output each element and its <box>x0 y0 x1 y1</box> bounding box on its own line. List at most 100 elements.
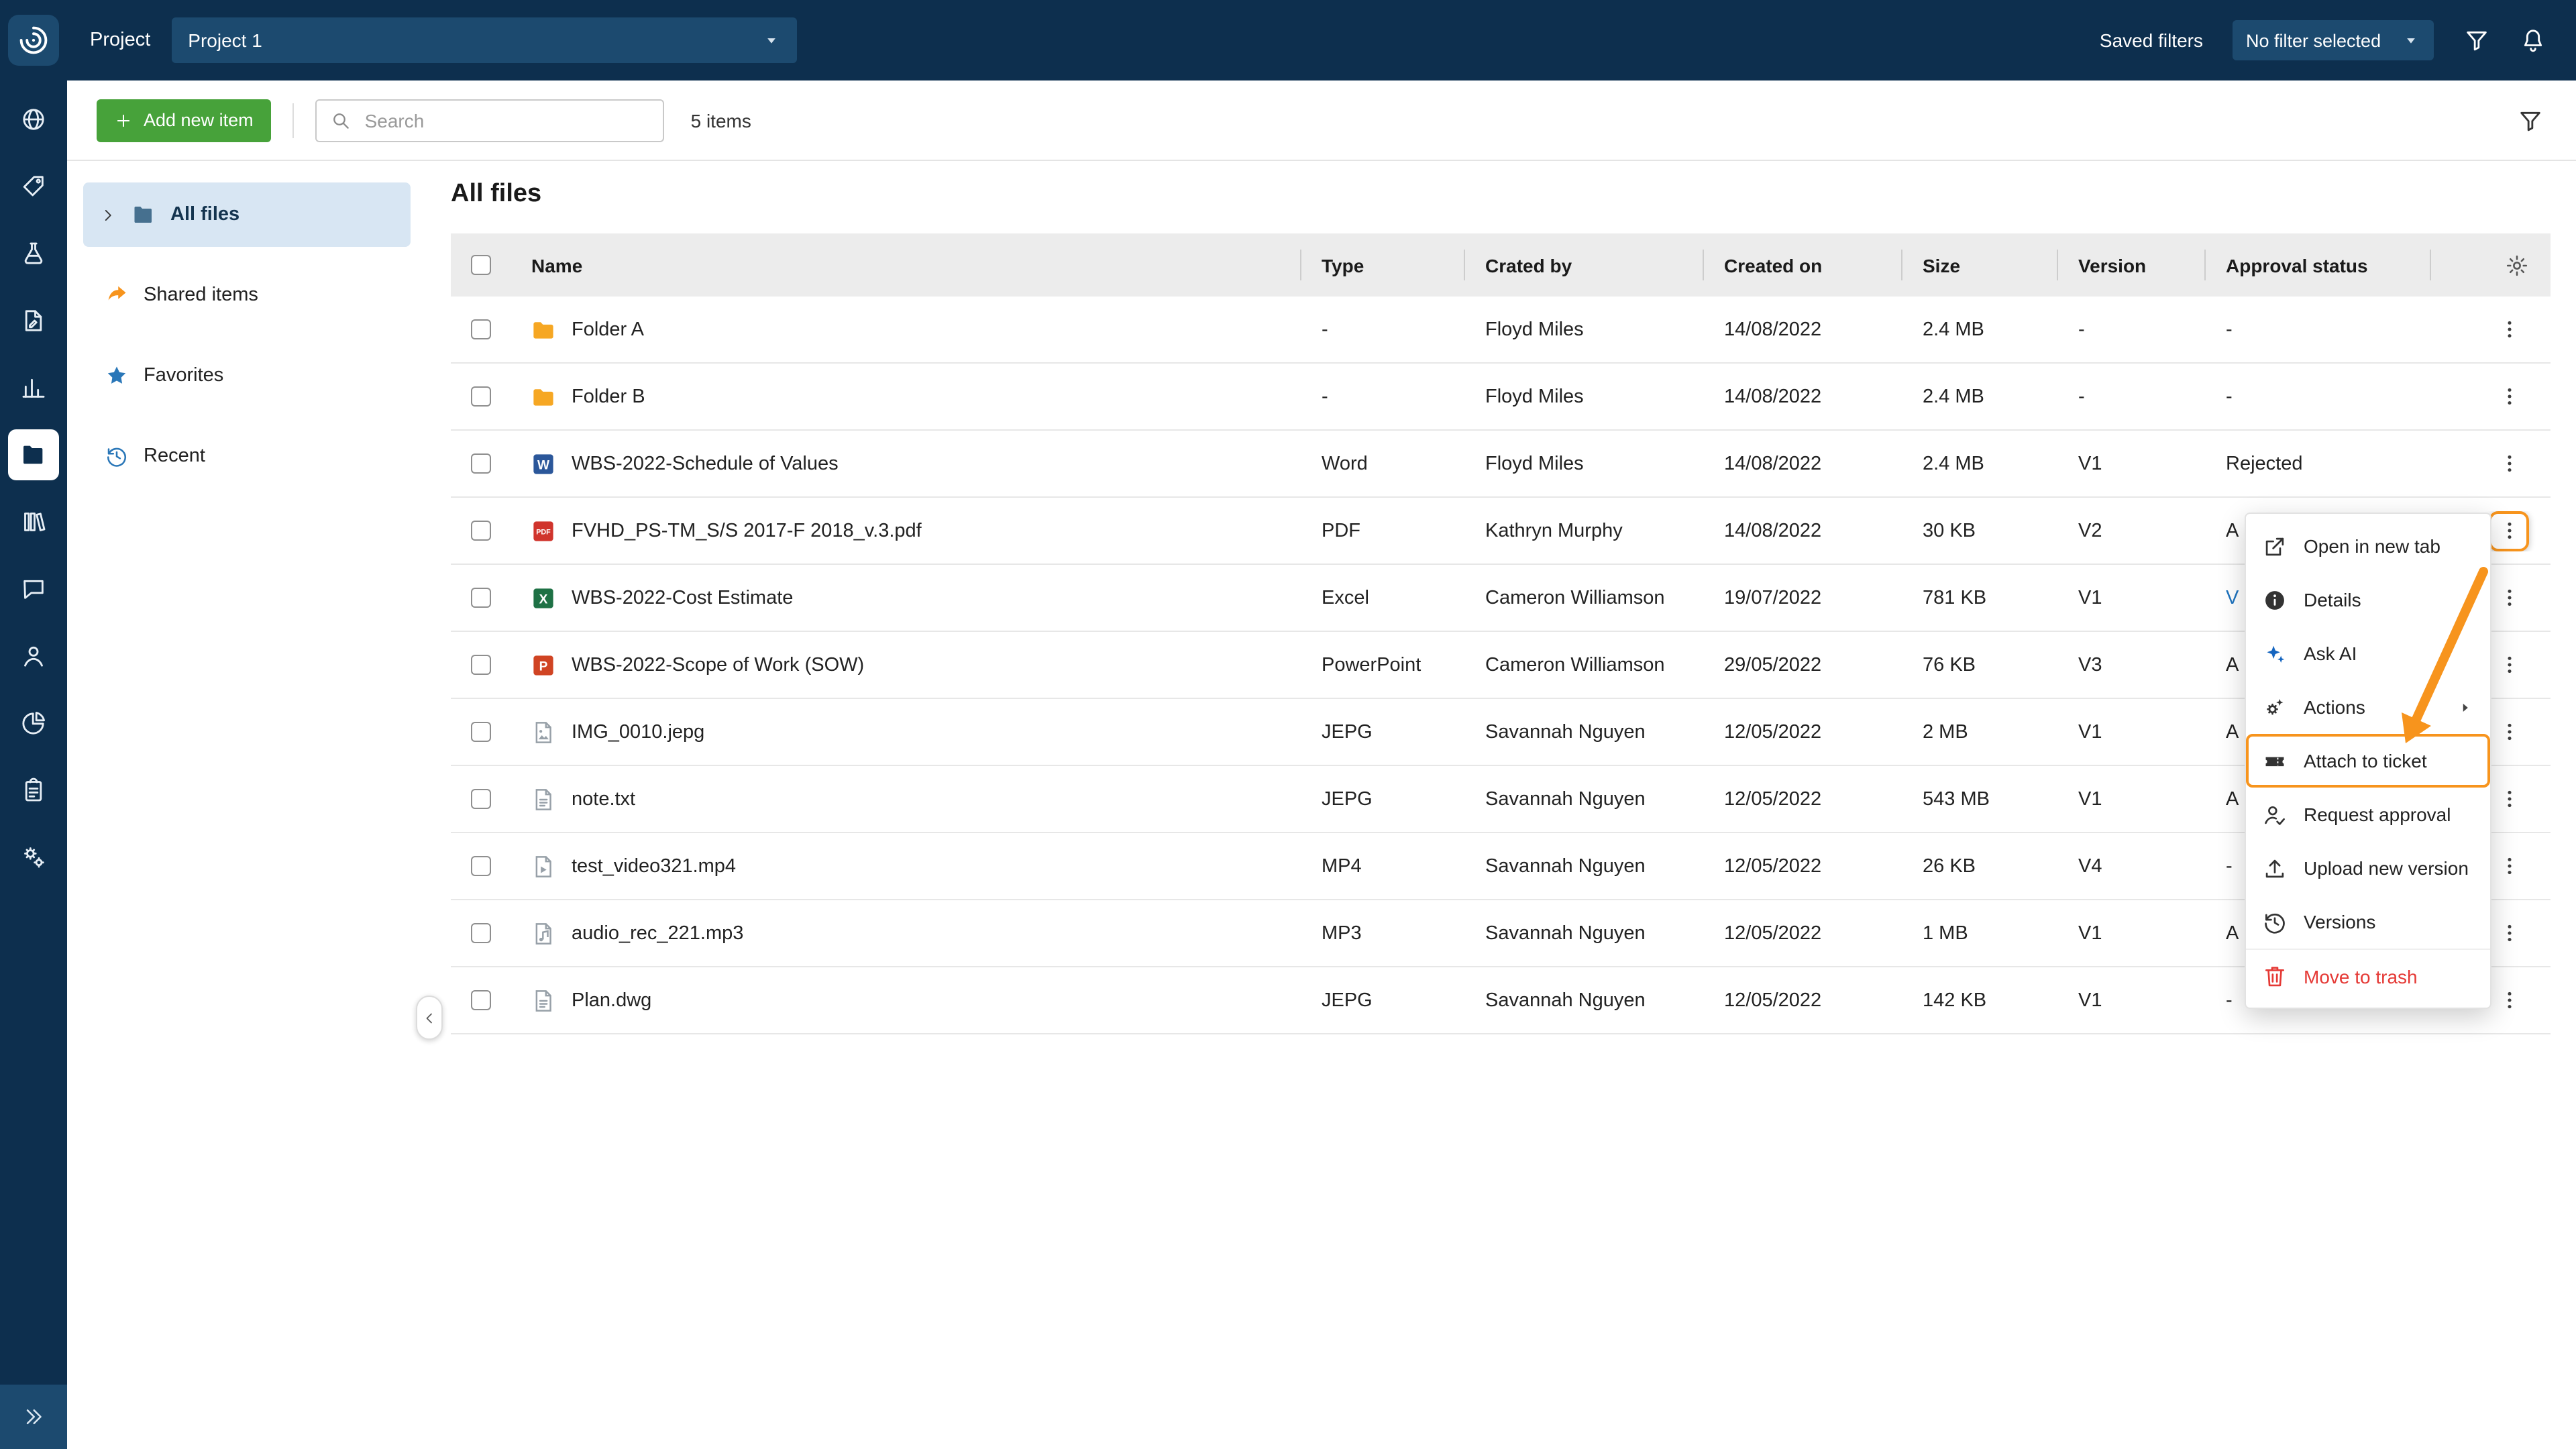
file-name[interactable]: Folder B <box>572 386 645 407</box>
versions-icon <box>2262 909 2288 934</box>
row-menu-button[interactable] <box>2489 645 2529 685</box>
row-menu-button[interactable] <box>2489 443 2529 484</box>
file-type: Excel <box>1300 587 1464 608</box>
rail-expand-button[interactable] <box>0 1385 67 1449</box>
rail-item-library[interactable] <box>0 488 67 555</box>
toolbar-divider <box>292 103 294 138</box>
context-menu: Open in new tabDetailsAsk AIActionsAttac… <box>2245 513 2491 1009</box>
column-header-name[interactable]: Name <box>510 233 1300 297</box>
gear-icon[interactable] <box>2505 253 2529 277</box>
file-version: V3 <box>2057 654 2204 676</box>
row-checkbox[interactable] <box>470 722 490 742</box>
context-menu-item-move-to-trash[interactable]: Move to trash <box>2246 949 2490 1002</box>
column-header-version[interactable]: Version <box>2057 233 2204 297</box>
sidebar-item-all-files[interactable]: All files <box>83 182 411 247</box>
context-menu-item-attach-to-ticket[interactable]: Attach to ticket <box>2246 734 2490 788</box>
pencil-document-icon <box>20 307 47 334</box>
context-menu-item-actions[interactable]: Actions <box>2246 680 2490 734</box>
file-type: PowerPoint <box>1300 654 1464 676</box>
context-menu-item-request-approval[interactable]: Request approval <box>2246 788 2490 841</box>
chevron-down-icon <box>762 31 781 50</box>
column-header-size[interactable]: Size <box>1901 233 2057 297</box>
collapse-panel-button[interactable] <box>416 996 443 1040</box>
row-checkbox[interactable] <box>470 990 490 1010</box>
file-version: V4 <box>2057 855 2204 877</box>
file-name[interactable]: test_video321.mp4 <box>572 855 736 877</box>
context-menu-item-open-in-new-tab[interactable]: Open in new tab <box>2246 519 2490 573</box>
rail-item-folder[interactable] <box>0 421 67 488</box>
filter-icon[interactable] <box>2463 27 2490 54</box>
file-name[interactable]: Plan.dwg <box>572 989 651 1011</box>
notifications-bell-icon[interactable] <box>2520 27 2546 54</box>
table-header: NameTypeCrated byCreated onSizeVersionAp… <box>451 233 2551 297</box>
row-checkbox[interactable] <box>470 655 490 675</box>
approval-status: - <box>2204 319 2430 340</box>
row-menu-button[interactable] <box>2489 779 2529 819</box>
row-checkbox[interactable] <box>470 856 490 876</box>
row-menu-button[interactable] <box>2489 578 2529 618</box>
rail-item-bar-chart[interactable] <box>0 354 67 421</box>
sidebar-item-recent[interactable]: Recent <box>83 424 411 488</box>
column-header-created-on[interactable]: Created on <box>1703 233 1901 297</box>
row-menu-button[interactable] <box>2489 376 2529 417</box>
row-menu-button[interactable] <box>2489 913 2529 953</box>
rail-item-tag[interactable] <box>0 153 67 220</box>
row-checkbox[interactable] <box>470 453 490 474</box>
plus-icon <box>114 111 133 129</box>
column-header-type[interactable]: Type <box>1300 233 1464 297</box>
row-checkbox[interactable] <box>470 923 490 943</box>
context-menu-item-versions[interactable]: Versions <box>2246 895 2490 949</box>
row-checkbox[interactable] <box>470 521 490 541</box>
file-name[interactable]: note.txt <box>572 788 635 810</box>
rail-item-gears[interactable] <box>0 824 67 891</box>
rail-item-clipboard[interactable] <box>0 757 67 824</box>
approval-status-value: - <box>2226 989 2233 1011</box>
row-checkbox[interactable] <box>470 588 490 608</box>
info-icon <box>2262 587 2288 612</box>
row-actions-cell <box>2430 443 2551 484</box>
context-menu-item-upload-new-version[interactable]: Upload new version <box>2246 841 2490 895</box>
table-row: PWBS-2022-Scope of Work (SOW)PowerPointC… <box>451 632 2551 699</box>
file-name[interactable]: Folder A <box>572 319 644 340</box>
saved-filter-selector[interactable]: No filter selected <box>2233 20 2434 60</box>
file-name[interactable]: WBS-2022-Scope of Work (SOW) <box>572 654 864 676</box>
column-header-approval-status[interactable]: Approval status <box>2204 233 2430 297</box>
sidebar-item-shared-items[interactable]: Shared items <box>83 263 411 327</box>
file-name[interactable]: IMG_0010.jepg <box>572 721 704 743</box>
file-name[interactable]: FVHD_PS-TM_S/S 2017-F 2018_v.3.pdf <box>572 520 922 541</box>
row-menu-button[interactable] <box>2489 712 2529 752</box>
table-row: note.txtJEPGSavannah Nguyen12/05/2022543… <box>451 766 2551 833</box>
rail-item-pencil-document[interactable] <box>0 287 67 354</box>
column-header-crated-by[interactable]: Crated by <box>1464 233 1703 297</box>
file-size: 30 KB <box>1901 520 2057 541</box>
row-menu-button[interactable] <box>2489 846 2529 886</box>
row-checkbox[interactable] <box>470 386 490 407</box>
select-all-checkbox[interactable] <box>470 255 490 275</box>
rail-item-speech-bubble[interactable] <box>0 555 67 623</box>
project-selector[interactable]: Project 1 <box>172 17 797 63</box>
filter-icon[interactable] <box>2517 107 2544 133</box>
file-name[interactable]: audio_rec_221.mp3 <box>572 922 743 944</box>
search-input[interactable] <box>362 108 649 132</box>
sidebar-item-favorites[interactable]: Favorites <box>83 343 411 408</box>
created-by: Floyd Miles <box>1464 386 1703 407</box>
rail-item-globe[interactable] <box>0 86 67 153</box>
add-new-item-button[interactable]: Add new item <box>97 99 271 142</box>
rail-item-flask[interactable] <box>0 220 67 287</box>
rail-item-person[interactable] <box>0 623 67 690</box>
file-name[interactable]: WBS-2022-Schedule of Values <box>572 453 839 474</box>
row-menu-button[interactable] <box>2489 309 2529 350</box>
row-menu-button[interactable] <box>2489 511 2529 551</box>
row-checkbox[interactable] <box>470 789 490 809</box>
topbar-right-group: Saved filters No filter selected <box>2100 20 2576 60</box>
row-menu-button[interactable] <box>2489 980 2529 1020</box>
open-new-tab-icon <box>2262 533 2288 559</box>
app-logo[interactable] <box>0 0 67 80</box>
context-menu-item-ask-ai[interactable]: Ask AI <box>2246 627 2490 680</box>
rail-item-tile <box>8 362 59 413</box>
context-menu-item-details[interactable]: Details <box>2246 573 2490 627</box>
row-checkbox[interactable] <box>470 319 490 339</box>
file-name[interactable]: WBS-2022-Cost Estimate <box>572 587 793 608</box>
rail-item-pie-chart[interactable] <box>0 690 67 757</box>
approval-status-value[interactable]: V <box>2226 587 2239 608</box>
